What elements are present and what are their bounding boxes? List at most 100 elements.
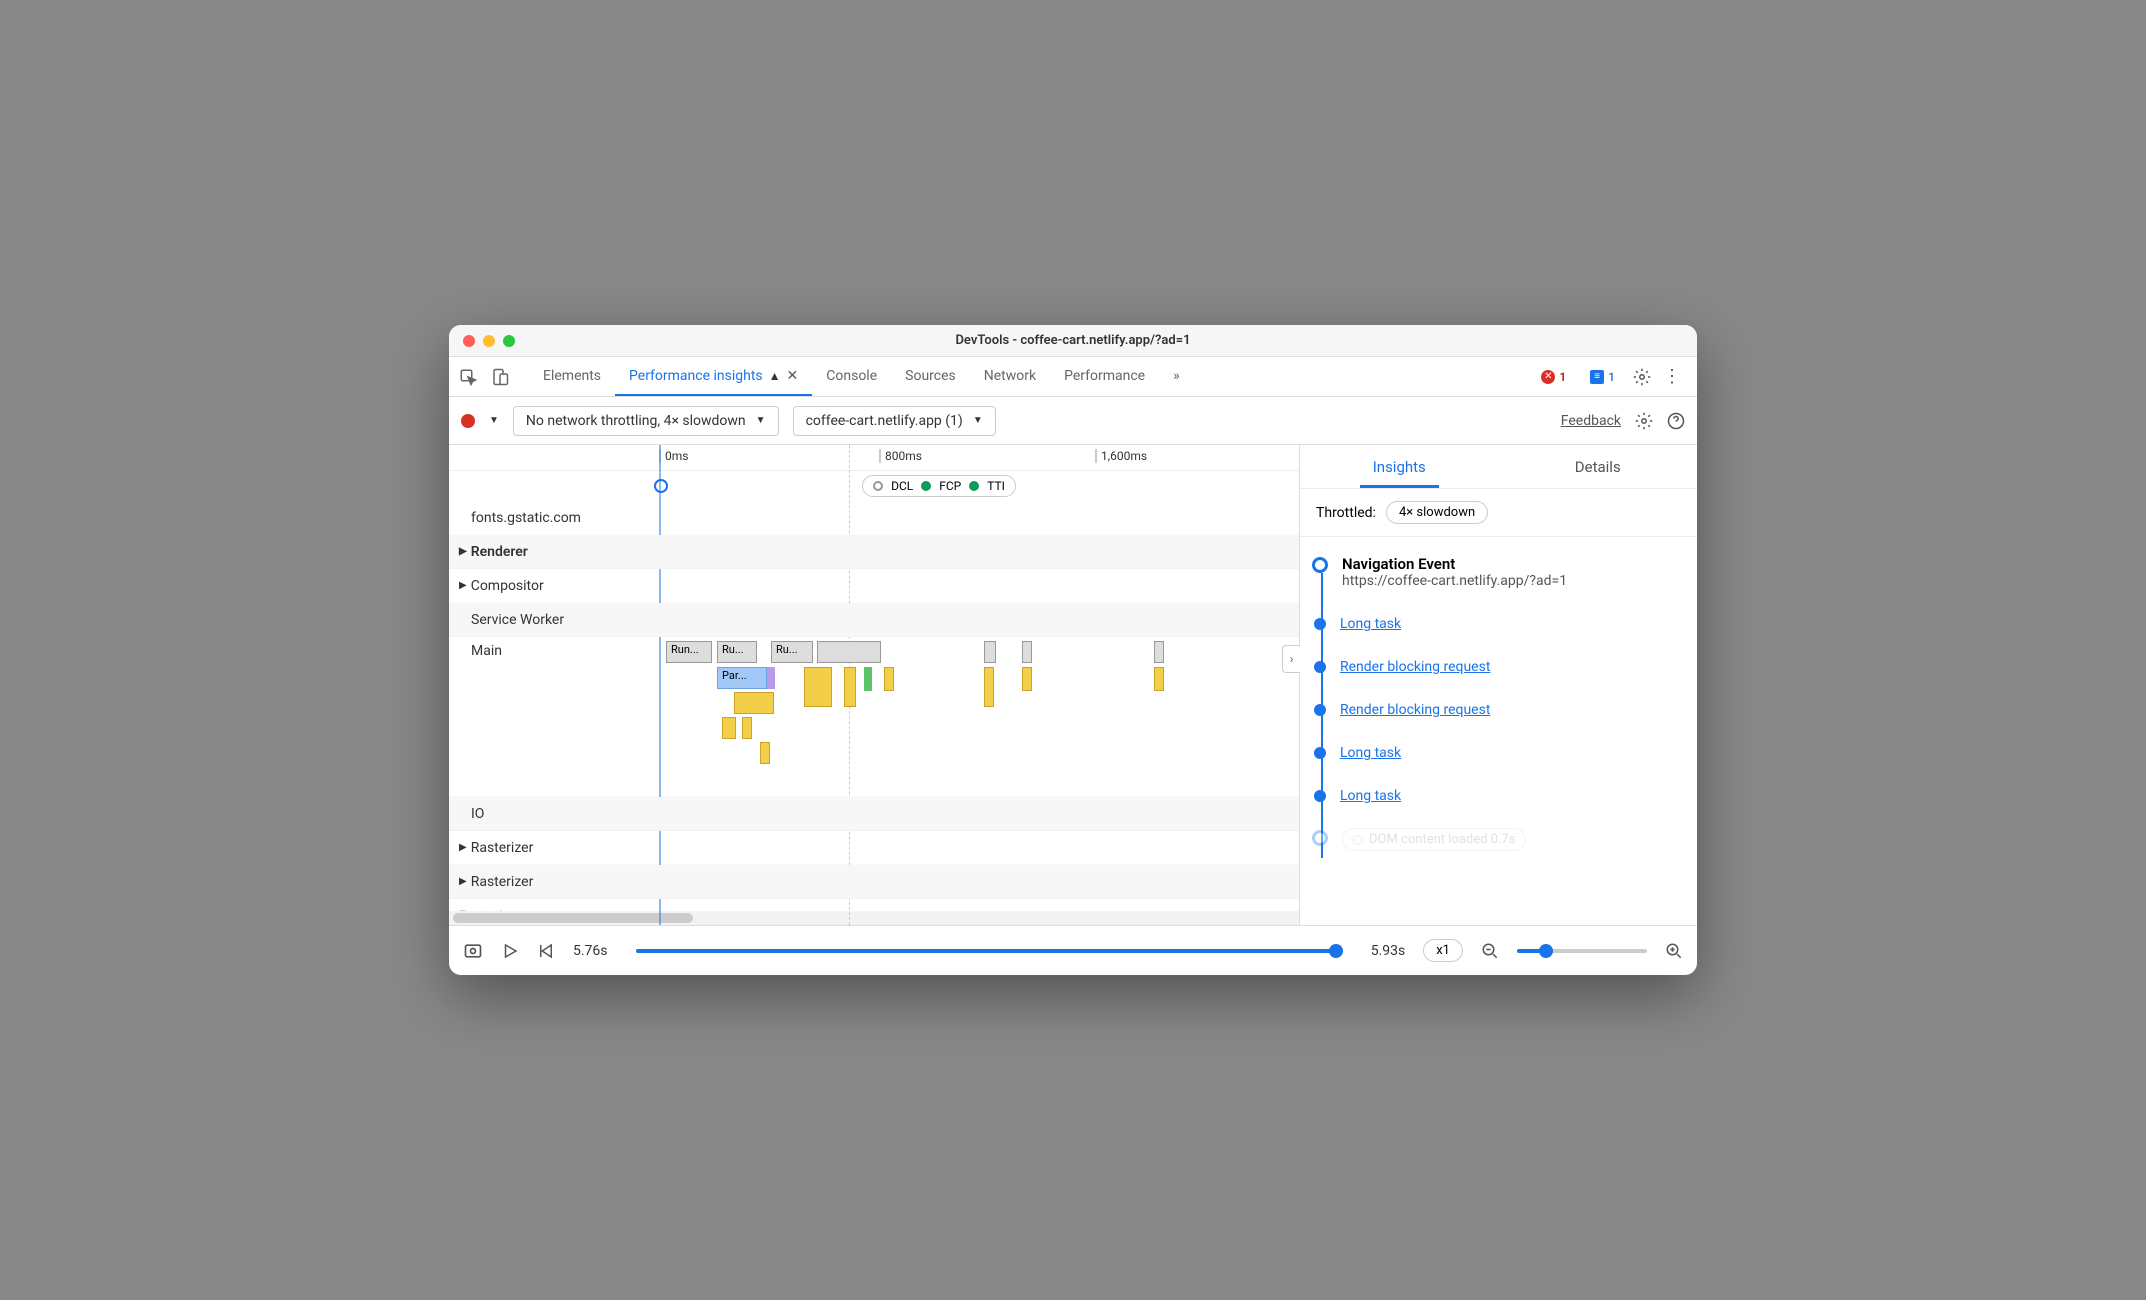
throttled-label: Throttled: bbox=[1316, 505, 1376, 521]
insight-item: Long task bbox=[1314, 785, 1683, 828]
insight-link[interactable]: Render blocking request bbox=[1340, 659, 1490, 675]
tab-elements[interactable]: Elements bbox=[529, 357, 615, 396]
throttling-select[interactable]: No network throttling, 4× slowdown ▼ bbox=[513, 406, 779, 436]
devtools-window: DevTools - coffee-cart.netlify.app/?ad=1… bbox=[449, 325, 1697, 975]
tab-console[interactable]: Console bbox=[812, 357, 891, 396]
experiment-icon: ▲ bbox=[769, 369, 781, 383]
devtools-tabbar: Elements Performance insights ▲ ✕ Consol… bbox=[449, 357, 1697, 397]
tab-performance[interactable]: Performance bbox=[1050, 357, 1159, 396]
chevron-down-icon: ▼ bbox=[973, 415, 983, 426]
footer: 5.76s 5.93s x1 bbox=[449, 925, 1697, 975]
tabs-overflow[interactable]: » bbox=[1159, 357, 1194, 396]
record-menu-icon[interactable]: ▼ bbox=[489, 415, 499, 426]
nav-event-url: https://coffee-cart.netlify.app/?ad=1 bbox=[1342, 573, 1683, 589]
nav-event-item: Navigation Event https://coffee-cart.net… bbox=[1314, 555, 1683, 613]
close-tab-icon[interactable]: ✕ bbox=[787, 368, 799, 384]
insight-link[interactable]: Render blocking request bbox=[1340, 702, 1490, 718]
close-window-icon[interactable] bbox=[463, 335, 475, 347]
error-badge[interactable]: ✕ 1 bbox=[1535, 368, 1572, 386]
tab-performance-insights[interactable]: Performance insights ▲ ✕ bbox=[615, 357, 812, 396]
feedback-link[interactable]: Feedback bbox=[1561, 413, 1621, 429]
ruler-tick: 800ms bbox=[879, 449, 922, 463]
timeline-dot-icon bbox=[1312, 557, 1328, 573]
dom-loaded-item: DOM content loaded 0.7s bbox=[1314, 828, 1683, 875]
tti-marker-icon bbox=[969, 481, 979, 491]
toolbar: ▼ No network throttling, 4× slowdown ▼ c… bbox=[449, 397, 1697, 445]
track-main[interactable]: Main bbox=[449, 637, 1299, 797]
track-rasterizer-2[interactable]: ▶Rasterizer bbox=[449, 865, 1299, 899]
tab-insights[interactable]: Insights bbox=[1300, 445, 1499, 488]
minimize-window-icon[interactable] bbox=[483, 335, 495, 347]
maximize-window-icon[interactable] bbox=[503, 335, 515, 347]
panel-settings-icon[interactable] bbox=[1635, 412, 1653, 430]
import-icon[interactable] bbox=[1042, 412, 1060, 430]
track-rasterizer-1[interactable]: ▶Rasterizer bbox=[449, 831, 1299, 865]
dom-loaded-icon bbox=[1353, 835, 1363, 845]
scrollbar-thumb[interactable] bbox=[453, 913, 693, 923]
time-end: 5.93s bbox=[1371, 943, 1406, 959]
fcp-marker-icon bbox=[921, 481, 931, 491]
dcl-marker-icon bbox=[873, 481, 883, 491]
insight-link[interactable]: Long task bbox=[1340, 745, 1401, 761]
insight-link[interactable]: Long task bbox=[1340, 788, 1401, 804]
zoom-out-icon[interactable] bbox=[1481, 942, 1499, 960]
track-compositor[interactable]: ▶Compositor bbox=[449, 569, 1299, 603]
slider-knob[interactable] bbox=[1329, 944, 1343, 958]
time-ruler[interactable]: 0ms 800ms 1,600ms bbox=[449, 445, 1299, 471]
more-icon[interactable]: ⋮ bbox=[1663, 366, 1681, 387]
inspect-icon[interactable] bbox=[459, 368, 477, 386]
error-icon: ✕ bbox=[1541, 370, 1555, 384]
insight-item: Long task bbox=[1314, 742, 1683, 785]
insight-item: Render blocking request bbox=[1314, 656, 1683, 699]
timeline-dot-icon bbox=[1314, 747, 1326, 759]
delete-icon[interactable] bbox=[1074, 412, 1092, 430]
timeline-dot-icon bbox=[1314, 618, 1326, 630]
track-fonts[interactable]: fonts.gstatic.com bbox=[449, 501, 1299, 535]
collapse-sidepane-icon[interactable]: › bbox=[1282, 645, 1300, 673]
settings-icon[interactable] bbox=[1633, 368, 1651, 386]
record-button[interactable] bbox=[461, 414, 475, 428]
throttle-pill[interactable]: 4× slowdown bbox=[1386, 501, 1488, 524]
track-io[interactable]: IO bbox=[449, 797, 1299, 831]
insight-link[interactable]: Long task bbox=[1340, 616, 1401, 632]
traffic-lights bbox=[449, 335, 515, 347]
content-area: 0ms 800ms 1,600ms DCL FCP TTI fonts.gsta… bbox=[449, 445, 1697, 925]
insight-item: Long task bbox=[1314, 613, 1683, 656]
replay-start-icon[interactable] bbox=[654, 479, 668, 493]
device-toggle-icon[interactable] bbox=[491, 368, 509, 386]
horizontal-scrollbar[interactable] bbox=[449, 911, 1299, 925]
info-badge[interactable]: ≡ 1 bbox=[1584, 368, 1621, 386]
metrics-pill[interactable]: DCL FCP TTI bbox=[862, 475, 1016, 497]
play-icon[interactable] bbox=[501, 942, 519, 960]
time-slider[interactable] bbox=[636, 949, 1343, 953]
timeline-dot-icon bbox=[1314, 704, 1326, 716]
playback-speed[interactable]: x1 bbox=[1423, 939, 1463, 962]
markers-row: DCL FCP TTI bbox=[449, 471, 1299, 501]
rewind-icon[interactable] bbox=[537, 942, 555, 960]
track-list[interactable]: fonts.gstatic.com ▶Renderer ▶Compositor … bbox=[449, 501, 1299, 911]
help-icon[interactable] bbox=[1667, 412, 1685, 430]
timeline-dot-icon bbox=[1314, 790, 1326, 802]
track-rasterizer-3[interactable]: Rasterizer bbox=[449, 899, 1299, 911]
dom-loaded-pill[interactable]: DOM content loaded 0.7s bbox=[1342, 828, 1526, 851]
zoom-knob[interactable] bbox=[1539, 944, 1553, 958]
target-select[interactable]: coffee-cart.netlify.app (1) ▼ bbox=[793, 406, 996, 436]
chevron-down-icon: ▼ bbox=[756, 415, 766, 426]
message-icon: ≡ bbox=[1590, 370, 1604, 384]
zoom-slider[interactable] bbox=[1517, 949, 1647, 953]
time-start: 5.76s bbox=[573, 943, 608, 959]
insights-pane: › Insights Details Throttled: 4× slowdow… bbox=[1299, 445, 1697, 925]
ruler-tick: 1,600ms bbox=[1095, 449, 1147, 463]
tab-sources[interactable]: Sources bbox=[891, 357, 970, 396]
tab-network[interactable]: Network bbox=[970, 357, 1050, 396]
track-service-worker[interactable]: Service Worker bbox=[449, 603, 1299, 637]
export-icon[interactable] bbox=[1010, 412, 1028, 430]
zoom-in-icon[interactable] bbox=[1665, 942, 1683, 960]
tab-details[interactable]: Details bbox=[1499, 445, 1698, 488]
side-tabs: Insights Details bbox=[1300, 445, 1697, 489]
insights-timeline[interactable]: Navigation Event https://coffee-cart.net… bbox=[1300, 537, 1697, 925]
timeline-dot-icon bbox=[1312, 830, 1328, 846]
timeline-pane[interactable]: 0ms 800ms 1,600ms DCL FCP TTI fonts.gsta… bbox=[449, 445, 1299, 925]
track-renderer[interactable]: ▶Renderer bbox=[449, 535, 1299, 569]
screenshots-toggle-icon[interactable] bbox=[463, 941, 483, 961]
